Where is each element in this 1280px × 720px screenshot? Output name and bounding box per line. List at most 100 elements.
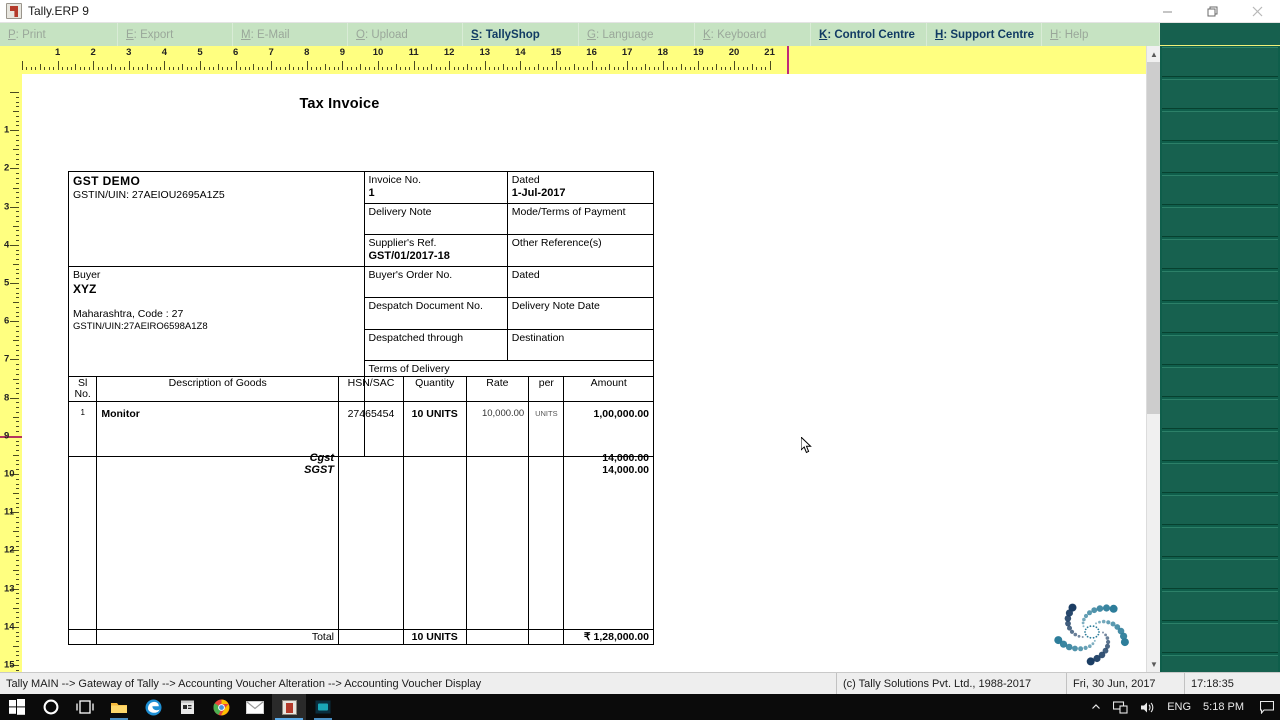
scroll-up-icon[interactable]: ▲ [1147,46,1161,62]
menu-item-language[interactable]: G: Language [579,23,695,46]
tray-clock[interactable]: 5:18 PM [1197,694,1254,720]
right-panel-button[interactable] [1162,111,1278,141]
menu-label: Control Centre [834,29,915,41]
ruler-tick [62,67,63,70]
tally-erp9-taskbar-button[interactable] [272,694,306,720]
action-center-button[interactable] [1254,694,1280,720]
other-app-button[interactable] [306,694,340,720]
right-panel-button[interactable] [1162,495,1278,525]
ruler-tick [16,288,19,289]
restore-button[interactable] [1190,0,1235,23]
vertical-scrollbar[interactable]: ▲ ▼ [1146,46,1160,672]
col-header-quantity: Quantity [403,377,466,402]
right-panel-button[interactable] [1162,559,1278,589]
ruler-tick [13,379,19,380]
right-panel-button[interactable] [1162,303,1278,333]
right-panel-button[interactable] [1162,399,1278,429]
cortana-button[interactable] [34,694,68,720]
ruler-tick [49,67,50,70]
ruler-h-number: 6 [233,47,238,58]
table-row[interactable]: 1 Monitor Cgst SGST 27465454 10 UNITS 10… [69,402,654,630]
right-panel-button[interactable] [1162,207,1278,237]
start-button[interactable] [0,694,34,720]
ruler-tick [534,67,535,70]
ruler-tick [16,316,19,317]
thakkars-dots-icon [1044,594,1140,672]
ruler-h-number: 5 [197,47,202,58]
menu-item-tallyshop[interactable]: S: TallyShop [463,23,579,46]
ruler-tick [13,264,19,265]
scroll-down-icon[interactable]: ▼ [1147,656,1161,672]
google-chrome-button[interactable] [204,694,238,720]
task-view-button[interactable] [68,694,102,720]
menu-item-keyboard[interactable]: K: Keyboard [695,23,811,46]
total-quantity: 10 UNITS [403,630,466,645]
ruler-tick [16,173,19,174]
network-icon [1113,701,1128,714]
ruler-tick [16,183,19,184]
scrollbar-thumb[interactable] [1147,62,1161,414]
right-panel-button[interactable] [1162,143,1278,173]
ruler-tick [44,67,45,70]
menu-item-print[interactable]: P: Print [0,23,118,46]
cell-per: UNITS [529,402,564,630]
tray-overflow-button[interactable] [1085,694,1107,720]
right-panel-button[interactable] [1162,527,1278,557]
ruler-h-number: 3 [126,47,131,58]
ruler-tick [485,61,486,70]
ruler-tick [458,67,459,70]
ruler-tick [13,493,19,494]
ruler-tick [494,67,495,70]
ruler-tick [209,67,210,70]
menu-item-email[interactable]: M: E-Mail [233,23,348,46]
right-panel-button[interactable] [1162,79,1278,109]
ruler-tick [13,340,19,341]
right-panel-button[interactable] [1162,463,1278,493]
menu-item-export[interactable]: E: Export [118,23,233,46]
close-button[interactable] [1235,0,1280,23]
right-panel-button[interactable] [1162,239,1278,269]
microsoft-edge-button[interactable] [136,694,170,720]
vertical-ruler[interactable]: 12345678910111213141516 [0,74,22,672]
menu-label: Export [140,29,173,41]
menu-item-upload[interactable]: O: Upload [348,23,463,46]
menu-item-support-centre[interactable]: H: Support Centre [927,23,1042,46]
other-reference-label: Other Reference(s) [512,237,649,250]
ruler-tick [10,92,19,93]
ruler-tick [547,67,548,70]
ruler-tick [16,254,19,255]
tray-volume-button[interactable] [1134,694,1161,720]
right-margin-marker[interactable] [787,46,789,74]
ruler-tick [16,460,19,461]
ruler-tick [169,67,170,70]
menu-label: Support Centre [950,29,1034,41]
mail-app-button[interactable] [238,694,272,720]
right-panel-button[interactable] [1162,175,1278,205]
right-panel-button[interactable] [1162,623,1278,653]
ruler-tick [13,455,19,456]
tray-language-indicator[interactable]: ENG [1161,694,1197,720]
print-preview-workarea: 123456789101112131415161718192021 123456… [0,46,1280,672]
menu-label: TallyShop [486,29,540,41]
right-panel-button[interactable] [1162,591,1278,621]
ruler-tick [10,398,19,399]
ruler-tick [80,67,81,70]
ruler-tick [329,67,330,70]
menu-item-control-centre[interactable]: K: Control Centre [811,23,927,46]
right-panel-button[interactable] [1162,271,1278,301]
windows-logo-icon [9,699,25,715]
right-panel-button[interactable] [1162,47,1278,77]
ruler-tick [16,431,19,432]
horizontal-ruler[interactable]: 123456789101112131415161718192021 [0,46,1160,74]
file-explorer-button[interactable] [102,694,136,720]
right-panel-button[interactable] [1162,431,1278,461]
minimize-button[interactable] [1145,0,1190,23]
right-panel-button[interactable] [1162,367,1278,397]
ruler-tick [129,61,130,70]
tray-network-button[interactable] [1107,694,1134,720]
ruler-tick [396,64,397,70]
right-panel-button[interactable] [1162,335,1278,365]
microsoft-store-button[interactable] [170,694,204,720]
menu-item-help[interactable]: H: Help [1042,23,1160,46]
ruler-tick [16,312,19,313]
